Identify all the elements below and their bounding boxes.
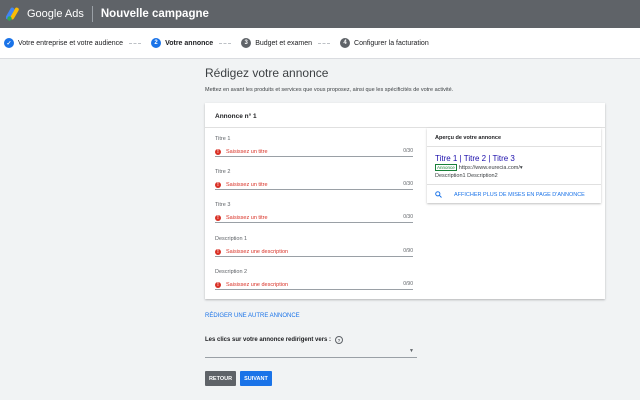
ads-logo-icon: [6, 7, 19, 21]
next-button[interactable]: SUIVANT: [240, 371, 272, 386]
step-2[interactable]: 2 Votre annonce: [151, 38, 213, 48]
step-number: 4: [340, 38, 351, 48]
headline-1-input[interactable]: 0/30: [215, 144, 413, 157]
show-more-label: AFFICHER PLUS DE MISES EN PAGE D'ANNONCE: [454, 191, 585, 198]
search-icon: [435, 191, 442, 198]
headline-2-field: Titre 2 0/30 ! Saisissez un titre: [215, 169, 413, 190]
step-label: Configurer la facturation: [354, 39, 429, 47]
char-count: 0/30: [403, 214, 413, 220]
char-count: 0/30: [403, 181, 413, 187]
step-number: 2: [151, 38, 162, 48]
preview-ad-title: Titre 1 | Titre 2 | Titre 3: [435, 154, 515, 163]
headline-1-field: Titre 1 0/30 ! Saisissez un titre: [215, 136, 413, 157]
check-icon: ✓: [4, 38, 14, 48]
description-2-field: Description 2 0/90 ! Saisissez une descri…: [215, 269, 413, 290]
preview-heading: Aperçu de votre annonce: [427, 128, 601, 147]
char-count: 0/90: [403, 248, 413, 254]
redirect-label-row: Les clics sur votre annonce redirigent v…: [205, 336, 344, 344]
description-1-field: Description 1 0/90 ! Saisissez une descri…: [215, 236, 413, 257]
step-label: Budget et examen: [255, 39, 313, 47]
ad-preview: Aperçu de votre annonce Titre 1 | Titre …: [427, 128, 601, 203]
page-title: Rédigez votre annonce: [205, 66, 329, 80]
show-more-layouts-button[interactable]: AFFICHER PLUS DE MISES EN PAGE D'ANNONCE: [427, 184, 601, 204]
landing-page-select[interactable]: ▼: [205, 345, 417, 358]
step-connector: [219, 42, 232, 44]
ad-badge: Annonce: [435, 164, 457, 171]
step-4[interactable]: 4 Configurer la facturation: [340, 38, 429, 48]
headline-3-input[interactable]: 0/30: [215, 210, 413, 223]
redirect-label: Les clics sur votre annonce redirigent v…: [205, 337, 332, 343]
headline-2-input[interactable]: 0/30: [215, 177, 413, 190]
headline-3-field: Titre 3 0/30 ! Saisissez un titre: [215, 202, 413, 223]
top-bar: Google Ads Nouvelle campagne: [0, 0, 640, 28]
step-label: Votre annonce: [165, 39, 214, 47]
step-3[interactable]: 3 Budget et examen: [241, 38, 312, 48]
back-button[interactable]: RETOUR: [205, 371, 236, 386]
preview-description: Description1 Description2: [435, 173, 498, 179]
help-icon[interactable]: ?: [335, 336, 344, 344]
preview-url-line: Annonce https://www.eurecia.com/ ▾: [435, 164, 593, 171]
field-label: Titre 3: [215, 202, 231, 208]
char-count: 0/90: [403, 281, 413, 287]
field-label: Description 1: [215, 236, 248, 242]
char-count: 0/30: [403, 148, 413, 154]
step-label: Votre entreprise et votre audience: [18, 39, 124, 47]
campaign-title: Nouvelle campagne: [100, 8, 209, 20]
field-label: Titre 1: [215, 136, 231, 142]
write-another-ad-link[interactable]: RÉDIGER UNE AUTRE ANNONCE: [205, 313, 300, 319]
google-ads-logo[interactable]: Google Ads: [6, 6, 84, 22]
chevron-down-icon: ▼: [409, 348, 414, 354]
step-connector: [129, 42, 142, 44]
header-divider: [91, 6, 93, 22]
preview-url: https://www.eurecia.com/: [458, 164, 520, 171]
field-label: Description 2: [215, 269, 248, 275]
page-subtitle: Mettez en avant les produits et services…: [205, 87, 454, 93]
step-1[interactable]: ✓ Votre entreprise et votre audience: [4, 38, 123, 48]
stepper: ✓ Votre entreprise et votre audience 2 V…: [0, 28, 640, 59]
dropdown-arrow-icon: ▾: [519, 164, 523, 171]
description-1-input[interactable]: 0/90: [215, 244, 413, 257]
brand-name: Google Ads: [27, 8, 84, 20]
step-connector: [318, 42, 331, 44]
field-label: Titre 2: [215, 169, 231, 175]
step-number: 3: [241, 38, 252, 48]
ad-card-heading: Annonce n° 1: [215, 113, 257, 120]
ad-card: Annonce n° 1 Titre 1 0/30 ! Saisissez un …: [205, 103, 605, 299]
description-2-input[interactable]: 0/90: [215, 277, 413, 290]
